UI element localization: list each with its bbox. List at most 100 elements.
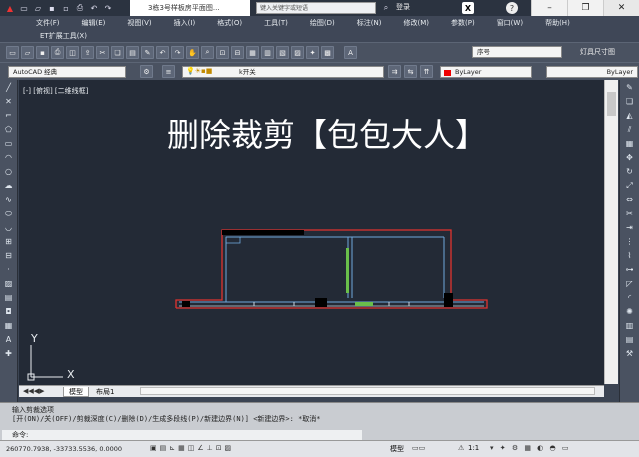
layer-manager-icon[interactable]: ≡ [162, 65, 175, 78]
undo-icon[interactable]: ↶ [88, 2, 100, 14]
calculator-icon[interactable]: ▩ [321, 46, 334, 59]
properties-icon[interactable]: ▦ [246, 46, 259, 59]
spline-icon[interactable]: ∿ [3, 194, 15, 206]
menu-edit[interactable]: 编辑(E) [71, 18, 117, 28]
menu-help[interactable]: 帮助(H) [534, 18, 581, 28]
make-block-icon[interactable]: ⊟ [3, 250, 15, 262]
menu-view[interactable]: 视图(V) [116, 18, 162, 28]
zoom-window-icon[interactable]: ⊡ [216, 46, 229, 59]
ellipse-icon[interactable]: ⬭ [3, 208, 15, 220]
gradient-icon[interactable]: ▤ [3, 292, 15, 304]
help-icon[interactable]: ? [506, 2, 518, 14]
layer-states-icon[interactable]: ⇈ [420, 65, 433, 78]
insert-block-icon[interactable]: ⊞ [3, 236, 15, 248]
close-button[interactable]: ✕ [603, 0, 639, 16]
hatch-icon[interactable]: ▨ [3, 278, 15, 290]
cut-icon[interactable]: ✂ [96, 46, 109, 59]
erase-icon[interactable]: ✎ [624, 82, 636, 94]
fillet-icon[interactable]: ◜ [624, 292, 636, 304]
properties-panel-icon[interactable]: ▥ [624, 320, 636, 332]
region-icon[interactable]: ◘ [3, 306, 15, 318]
ellipse-arc-icon[interactable]: ◡ [3, 222, 15, 234]
paste-icon[interactable]: ▤ [126, 46, 139, 59]
layer-previous-icon[interactable]: ⇆ [404, 65, 417, 78]
offset-icon[interactable]: ⫽ [624, 124, 636, 136]
tool-icon[interactable]: ⚒ [624, 348, 636, 360]
scale-icon[interactable]: ⤢ [624, 180, 636, 192]
dimension-style-label[interactable]: 灯具尺寸图 [580, 47, 615, 57]
break-icon[interactable]: ⌇ [624, 250, 636, 262]
redo-icon[interactable]: ↷ [102, 2, 114, 14]
chamfer-icon[interactable]: ◸ [624, 278, 636, 290]
scroll-thumb[interactable] [607, 92, 616, 116]
make-current-icon[interactable]: ⇉ [388, 65, 401, 78]
workspace-icons[interactable]: ▾ ✦ ⚙ ▦ ◐ ◓ ▭ [490, 444, 570, 452]
text-style-icon[interactable]: A [344, 46, 357, 59]
color-select[interactable]: ByLayer [440, 66, 532, 78]
tool-palette-icon[interactable]: ▧ [276, 46, 289, 59]
pan-icon[interactable]: ✋ [186, 46, 199, 59]
multiline-text-icon[interactable]: A [3, 334, 15, 346]
circle-icon[interactable]: ○ [3, 166, 15, 178]
menu-draw[interactable]: 绘图(D) [299, 18, 346, 28]
move-icon[interactable]: ✥ [624, 152, 636, 164]
copy-object-icon[interactable]: ❏ [624, 96, 636, 108]
revision-cloud-icon[interactable]: ☁ [3, 180, 15, 192]
vertical-scrollbar[interactable] [604, 80, 618, 384]
quick-view-icons[interactable]: ▭▭ [412, 444, 425, 452]
restore-button[interactable]: ❐ [567, 0, 603, 16]
style-select[interactable]: 序号 [472, 46, 562, 58]
tab-nav-arrows[interactable]: ◀◀◀▶ [23, 387, 45, 395]
model-space-toggle[interactable]: 模型 [390, 444, 404, 454]
open-icon[interactable]: ▱ [21, 46, 34, 59]
workspace-select[interactable]: AutoCAD 经典 [8, 66, 126, 78]
menu-insert[interactable]: 插入(I) [163, 18, 207, 28]
construction-line-icon[interactable]: ✕ [3, 96, 15, 108]
arc-icon[interactable]: ◠ [3, 152, 15, 164]
menu-express-tools[interactable]: ET扩展工具(X) [40, 31, 87, 41]
horizontal-scrollbar[interactable] [140, 387, 595, 395]
mirror-icon[interactable]: ◭ [624, 110, 636, 122]
menu-window[interactable]: 窗口(W) [486, 18, 534, 28]
drawing-canvas[interactable]: [-] [俯视] [二维线框] 删除裁剪【包包大人】 Y X [19, 80, 604, 385]
tab-layout1[interactable]: 布局1 [91, 387, 119, 397]
open-file-icon[interactable]: ▱ [32, 2, 44, 14]
save-icon[interactable]: ▪ [36, 46, 49, 59]
tab-model[interactable]: 模型 [63, 387, 89, 397]
design-center-icon[interactable]: ▥ [261, 46, 274, 59]
menu-file[interactable]: 文件(F) [0, 18, 71, 28]
binoculars-icon[interactable]: ⌕ [380, 2, 392, 14]
trim-icon[interactable]: ✂ [624, 208, 636, 220]
zoom-previous-icon[interactable]: ⊟ [231, 46, 244, 59]
save-as-icon[interactable]: ▫ [60, 2, 72, 14]
plot-icon[interactable]: ⎙ [51, 46, 64, 59]
join-icon[interactable]: ⊶ [624, 264, 636, 276]
publish-icon[interactable]: ⇪ [81, 46, 94, 59]
linetype-select[interactable]: ByLayer [546, 66, 638, 78]
new-icon[interactable]: ▭ [6, 46, 19, 59]
rectangle-icon[interactable]: ▭ [3, 138, 15, 150]
status-toggle-icons[interactable]: ▣▤⊾▦◫∠⊥⊡▨ [150, 444, 234, 452]
layer-panel-icon[interactable]: ▤ [624, 334, 636, 346]
menu-modify[interactable]: 修改(M) [392, 18, 440, 28]
menu-dimension[interactable]: 标注(N) [346, 18, 393, 28]
command-input[interactable]: 命令: [2, 430, 362, 440]
login-link[interactable]: 登录 [396, 2, 410, 12]
rotate-icon[interactable]: ↻ [624, 166, 636, 178]
new-file-icon[interactable]: ▭ [18, 2, 30, 14]
sheet-set-icon[interactable]: ▨ [291, 46, 304, 59]
polyline-icon[interactable]: ⌐ [3, 110, 15, 122]
zoom-realtime-icon[interactable]: ⌕ [201, 46, 214, 59]
preview-icon[interactable]: ◫ [66, 46, 79, 59]
menu-parametric[interactable]: 参数(P) [440, 18, 486, 28]
menu-tools[interactable]: 工具(T) [253, 18, 299, 28]
copy-icon[interactable]: ❏ [111, 46, 124, 59]
markup-icon[interactable]: ✦ [306, 46, 319, 59]
menu-format[interactable]: 格式(O) [206, 18, 253, 28]
gear-icon[interactable]: ⚙ [140, 65, 153, 78]
undo-icon[interactable]: ↶ [156, 46, 169, 59]
explode-icon[interactable]: ✺ [624, 306, 636, 318]
annotation-scale[interactable]: 1:1 [468, 444, 479, 452]
table-icon[interactable]: ▦ [3, 320, 15, 332]
break-at-point-icon[interactable]: ⋮ [624, 236, 636, 248]
